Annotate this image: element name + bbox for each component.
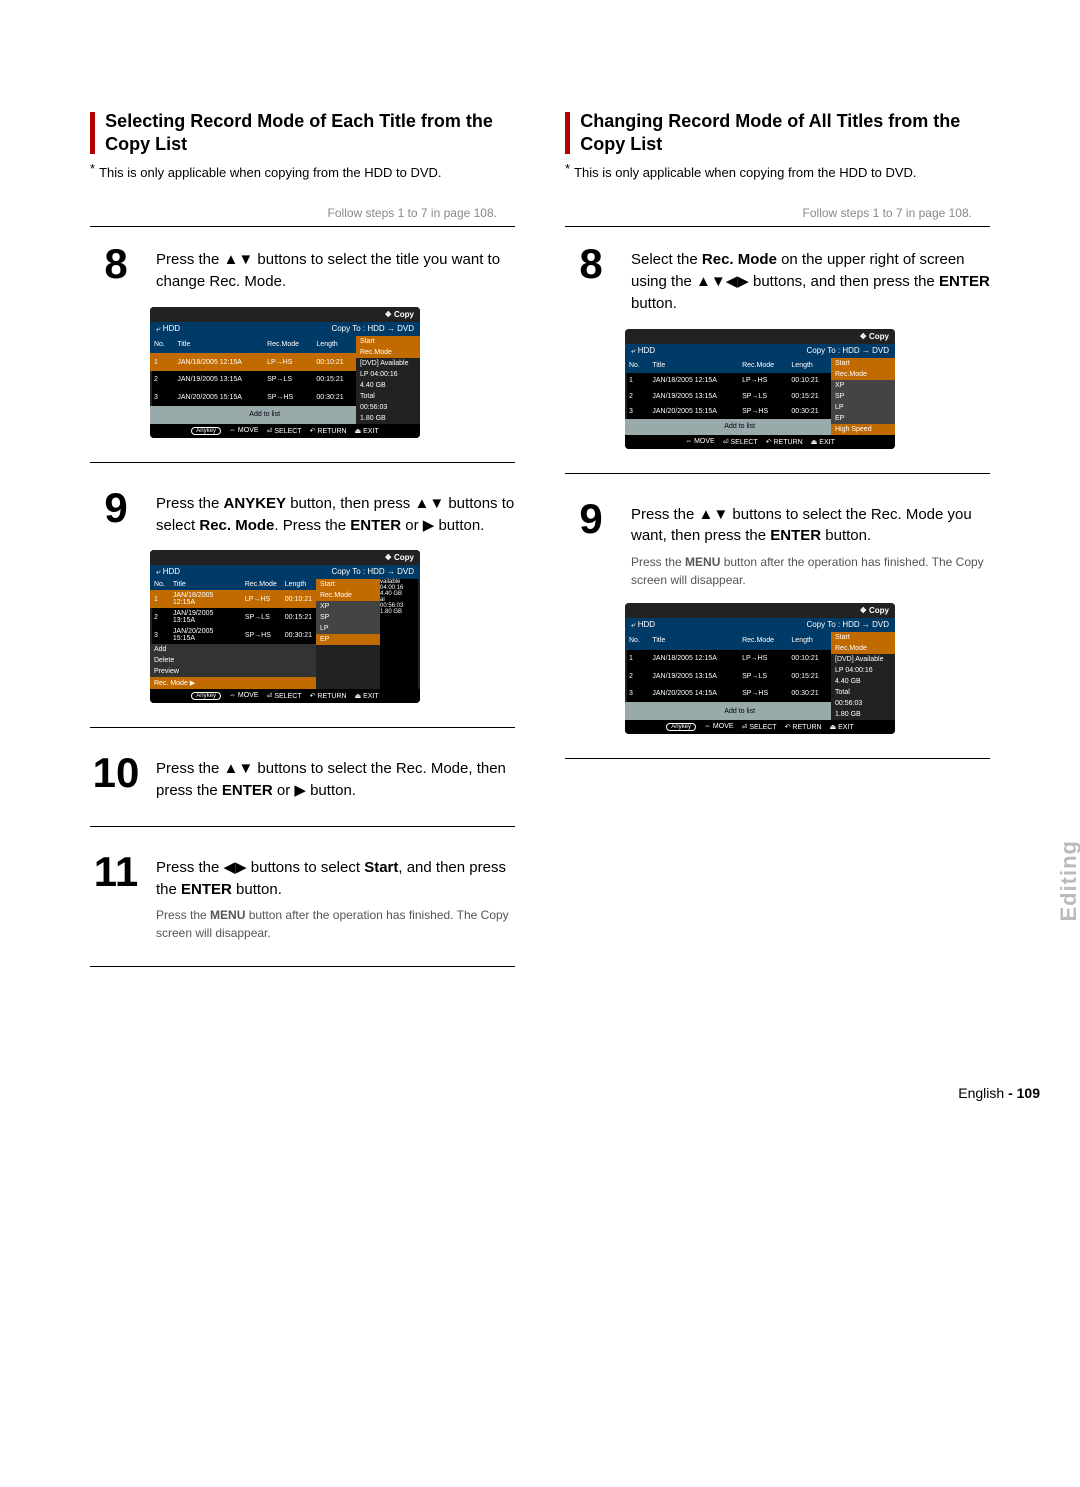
right-osd-2: ❖ Copy ⤶ HDDCopy To : HDD → DVD No.Title… — [625, 603, 990, 734]
section-tab: Editing — [1056, 840, 1080, 922]
left-heading: Selecting Record Mode of Each Title from… — [105, 110, 515, 157]
left-column: Selecting Record Mode of Each Title from… — [90, 110, 515, 991]
udlr-icon: ▲▼◀▶ — [696, 273, 749, 290]
step-number: 9 — [565, 498, 617, 540]
right-osd-1: ❖ Copy ⤶ HDDCopy To : HDD → DVD No.Title… — [625, 329, 990, 449]
divider — [565, 473, 990, 474]
left-step-9: 9 Press the ANYKEY button, then press ▲▼… — [90, 487, 515, 537]
osd-title: ❖ Copy — [150, 307, 420, 322]
asterisk-icon: * — [90, 161, 95, 176]
page-number: English - 109 — [958, 1085, 1040, 1101]
divider — [565, 226, 990, 227]
divider — [90, 727, 515, 728]
leftright-icon: ◀▶ — [224, 859, 247, 876]
right-heading: Changing Record Mode of All Titles from … — [580, 110, 990, 157]
right-column: Changing Record Mode of All Titles from … — [565, 110, 990, 991]
red-bar-icon — [565, 112, 570, 154]
left-step-8: 8 Press the ▲▼ buttons to select the tit… — [90, 243, 515, 293]
step-number: 8 — [90, 243, 142, 285]
left-follow: Follow steps 1 to 7 in page 108. — [90, 206, 515, 220]
right-note: *This is only applicable when copying fr… — [565, 163, 990, 183]
left-step-11: 11 Press the ◀▶ buttons to select Start,… — [90, 851, 515, 943]
left-osd-1: ❖ Copy ⤶ HDD Copy To : HDD → DVD No.Titl… — [150, 307, 515, 438]
left-osd-2: ❖ Copy ⤶ HDDCopy To : HDD → DVD No.Title… — [150, 550, 515, 703]
asterisk-icon: * — [565, 161, 570, 176]
left-note: *This is only applicable when copying fr… — [90, 163, 515, 183]
osd-side-panel: Start Rec.Mode [DVD] Available LP 04:00:… — [356, 336, 420, 424]
divider — [565, 758, 990, 759]
updown-icon: ▲▼ — [699, 506, 729, 523]
updown-icon: ▲▼ — [414, 495, 444, 512]
divider — [90, 966, 515, 967]
updown-icon: ▲▼ — [224, 760, 254, 777]
step-number: 9 — [90, 487, 142, 529]
red-bar-icon — [90, 112, 95, 154]
osd-footer: Anykey ⇔ MOVE ⏎ SELECT ↶ RETURN ⏏ EXIT — [150, 424, 420, 438]
step-number: 8 — [565, 243, 617, 285]
divider — [90, 462, 515, 463]
right-step-9: 9 Press the ▲▼ buttons to select the Rec… — [565, 498, 990, 590]
right-step-8: 8 Select the Rec. Mode on the upper righ… — [565, 243, 990, 314]
right-follow: Follow steps 1 to 7 in page 108. — [565, 206, 990, 220]
divider — [90, 826, 515, 827]
updown-icon: ▲▼ — [224, 251, 254, 268]
left-step-10: 10 Press the ▲▼ buttons to select the Re… — [90, 752, 515, 802]
step-number: 10 — [90, 752, 142, 794]
step-number: 11 — [90, 851, 142, 893]
osd-table: No.TitleRec.ModeLength 1JAN/18/2005 12:1… — [150, 336, 356, 424]
divider — [90, 226, 515, 227]
